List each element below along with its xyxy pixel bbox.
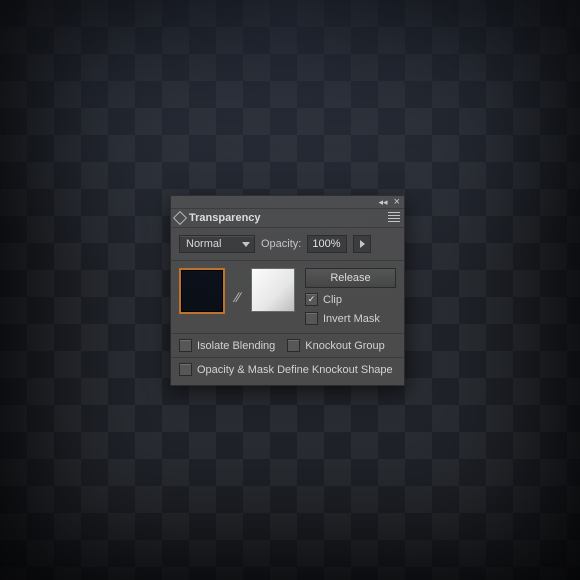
blend-mode-value: Normal (186, 238, 221, 250)
opacity-input[interactable]: 100% (307, 235, 347, 253)
blend-opacity-row: Normal Opacity: 100% (171, 228, 404, 261)
clip-label: Clip (323, 294, 342, 306)
opacity-flyout-button[interactable] (353, 235, 371, 253)
chevron-right-icon (360, 240, 365, 248)
link-mask-icon[interactable]: ∕∕ (231, 268, 245, 326)
knockout-label: Knockout Group (305, 340, 385, 352)
opacity-value: 100% (312, 238, 340, 250)
checkbox-checked-icon: ✓ (305, 293, 318, 306)
thumbnail-row: ∕∕ Release ✓ Clip Invert Mask (171, 261, 404, 334)
mask-thumbnail[interactable] (251, 268, 295, 312)
clip-checkbox[interactable]: ✓ Clip (305, 292, 396, 307)
artwork-thumbnail[interactable] (179, 268, 225, 314)
collapse-icon[interactable]: ◂◂ (379, 198, 388, 207)
knockout-row: Isolate Blending Knockout Group (171, 334, 404, 358)
invert-mask-checkbox[interactable]: Invert Mask (305, 311, 396, 326)
blend-mode-select[interactable]: Normal (179, 235, 255, 253)
isolate-blending-checkbox[interactable]: Isolate Blending (179, 338, 275, 353)
checkbox-icon (287, 339, 300, 352)
close-icon[interactable]: × (394, 198, 400, 207)
checkbox-icon (179, 363, 192, 376)
panel-title: Transparency (189, 212, 261, 224)
checkbox-icon (179, 339, 192, 352)
toggle-collapse-icon[interactable] (173, 211, 187, 225)
panel-menu-icon[interactable] (388, 212, 400, 222)
define-knockout-checkbox[interactable]: Opacity & Mask Define Knockout Shape (179, 362, 393, 377)
opacity-label: Opacity: (261, 238, 301, 250)
release-button[interactable]: Release (305, 268, 396, 288)
knockout-group-checkbox[interactable]: Knockout Group (287, 338, 385, 353)
workspace-canvas: ◂◂ × Transparency Normal Opacity: 100% ∕… (0, 0, 580, 580)
checkbox-icon (305, 312, 318, 325)
define-shape-row: Opacity & Mask Define Knockout Shape (171, 358, 404, 385)
panel-title-bar: Transparency (171, 209, 404, 228)
define-label: Opacity & Mask Define Knockout Shape (197, 364, 393, 376)
isolate-label: Isolate Blending (197, 340, 275, 352)
mask-options: Release ✓ Clip Invert Mask (301, 268, 396, 326)
panel-window-controls: ◂◂ × (171, 196, 404, 209)
invert-mask-label: Invert Mask (323, 313, 380, 325)
transparency-panel: ◂◂ × Transparency Normal Opacity: 100% ∕… (170, 195, 405, 386)
dropdown-icon (242, 242, 250, 247)
